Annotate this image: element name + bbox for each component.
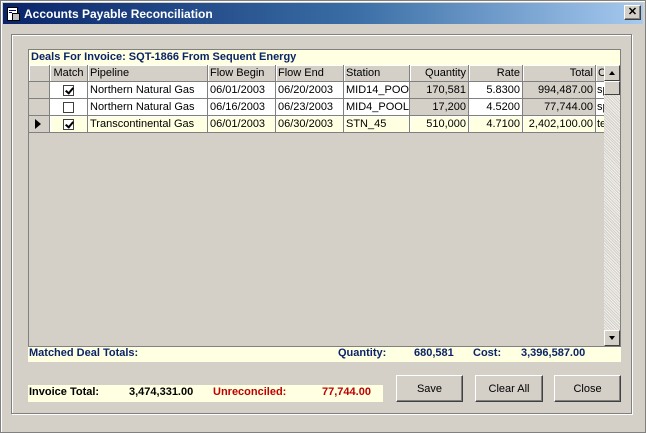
invoice-total-label: Invoice Total: <box>29 386 100 398</box>
grid-header: Match Pipeline Flow Begin Flow End Stati… <box>29 65 605 82</box>
scroll-down-button[interactable] <box>604 330 620 346</box>
invoice-summary: Invoice Total: 3,474,331.00 Unreconciled… <box>28 385 383 402</box>
total-cell: 2,402,100.00 <box>523 116 596 133</box>
header-flow-begin[interactable]: Flow Begin <box>208 65 276 82</box>
reconciliation-window: Accounts Payable Reconciliation ✕ Deals … <box>0 0 646 433</box>
flow-end-cell: 06/23/2003 <box>276 99 344 116</box>
header-rate[interactable]: Rate <box>469 65 523 82</box>
table-row-current[interactable]: Transcontinental Gas 06/01/2003 06/30/20… <box>29 116 605 133</box>
scroll-thumb[interactable] <box>604 81 620 95</box>
close-icon[interactable]: ✕ <box>624 5 641 20</box>
matched-quantity-label: Quantity: <box>338 347 387 359</box>
pipeline-cell: Northern Natural Gas <box>88 82 208 99</box>
title-bar[interactable]: Accounts Payable Reconciliation ✕ <box>3 3 643 24</box>
station-cell: MID14_POO <box>344 82 410 99</box>
match-checkbox[interactable] <box>63 85 74 96</box>
matched-quantity-value: 680,581 <box>414 347 454 359</box>
row-selector[interactable] <box>29 99 50 116</box>
vertical-scrollbar[interactable] <box>604 65 620 346</box>
match-checkbox[interactable] <box>63 119 74 130</box>
station-cell: MID4_POOL <box>344 99 410 116</box>
clear-all-button[interactable]: Clear All <box>475 375 543 402</box>
save-button[interactable]: Save <box>396 375 463 402</box>
window-title: Accounts Payable Reconciliation <box>24 6 213 21</box>
matched-totals-bar: Matched Deal Totals: Quantity: 680,581 C… <box>28 347 621 362</box>
header-station[interactable]: Station <box>344 65 410 82</box>
flow-begin-cell: 06/16/2003 <box>208 99 276 116</box>
station-cell: STN_45 <box>344 116 410 133</box>
match-cell <box>50 82 88 99</box>
flow-begin-cell: 06/01/2003 <box>208 82 276 99</box>
scroll-up-button[interactable] <box>604 65 620 81</box>
close-button[interactable]: Close <box>554 375 621 402</box>
pipeline-cell: Transcontinental Gas <box>88 116 208 133</box>
match-cell <box>50 99 88 116</box>
header-flow-end[interactable]: Flow End <box>276 65 344 82</box>
matched-cost-value: 3,396,587.00 <box>521 347 586 359</box>
arrow-up-icon <box>609 71 615 75</box>
arrow-down-icon <box>609 336 615 340</box>
rate-cell: 4.7100 <box>469 116 523 133</box>
flow-end-cell: 06/30/2003 <box>276 116 344 133</box>
rate-cell: 5.8300 <box>469 82 523 99</box>
flow-begin-cell: 06/01/2003 <box>208 116 276 133</box>
header-total[interactable]: Total <box>523 65 596 82</box>
table-row[interactable]: Northern Natural Gas 06/16/2003 06/23/20… <box>29 99 605 116</box>
match-checkbox[interactable] <box>63 102 74 113</box>
matched-label: Matched Deal Totals: <box>29 347 139 359</box>
deals-grid[interactable]: Match Pipeline Flow Begin Flow End Stati… <box>28 65 621 347</box>
total-cell: 994,487.00 <box>523 82 596 99</box>
pipeline-cell: Northern Natural Gas <box>88 99 208 116</box>
header-selector <box>29 65 50 82</box>
row-selector[interactable] <box>29 82 50 99</box>
quantity-cell: 17,200 <box>410 99 469 116</box>
match-cell <box>50 116 88 133</box>
row-selector[interactable] <box>29 116 50 133</box>
quantity-cell: 510,000 <box>410 116 469 133</box>
header-pipeline[interactable]: Pipeline <box>88 65 208 82</box>
header-quantity[interactable]: Quantity <box>410 65 469 82</box>
current-row-arrow-icon <box>35 119 41 129</box>
unreconciled-label: Unreconciled: <box>213 386 287 398</box>
grid-caption: Deals For Invoice: SQT-1866 From Sequent… <box>28 49 621 65</box>
header-match[interactable]: Match <box>50 65 88 82</box>
quantity-cell: 170,581 <box>410 82 469 99</box>
invoice-total-value: 3,474,331.00 <box>129 386 194 398</box>
flow-end-cell: 06/20/2003 <box>276 82 344 99</box>
unreconciled-value: 77,744.00 <box>322 386 371 398</box>
matched-cost-label: Cost: <box>473 347 502 359</box>
total-cell: 77,744.00 <box>523 99 596 116</box>
app-icon <box>5 6 21 22</box>
rate-cell: 4.5200 <box>469 99 523 116</box>
table-row[interactable]: Northern Natural Gas 06/01/2003 06/20/20… <box>29 82 605 99</box>
grid-body: Match Pipeline Flow Begin Flow End Stati… <box>29 65 605 346</box>
